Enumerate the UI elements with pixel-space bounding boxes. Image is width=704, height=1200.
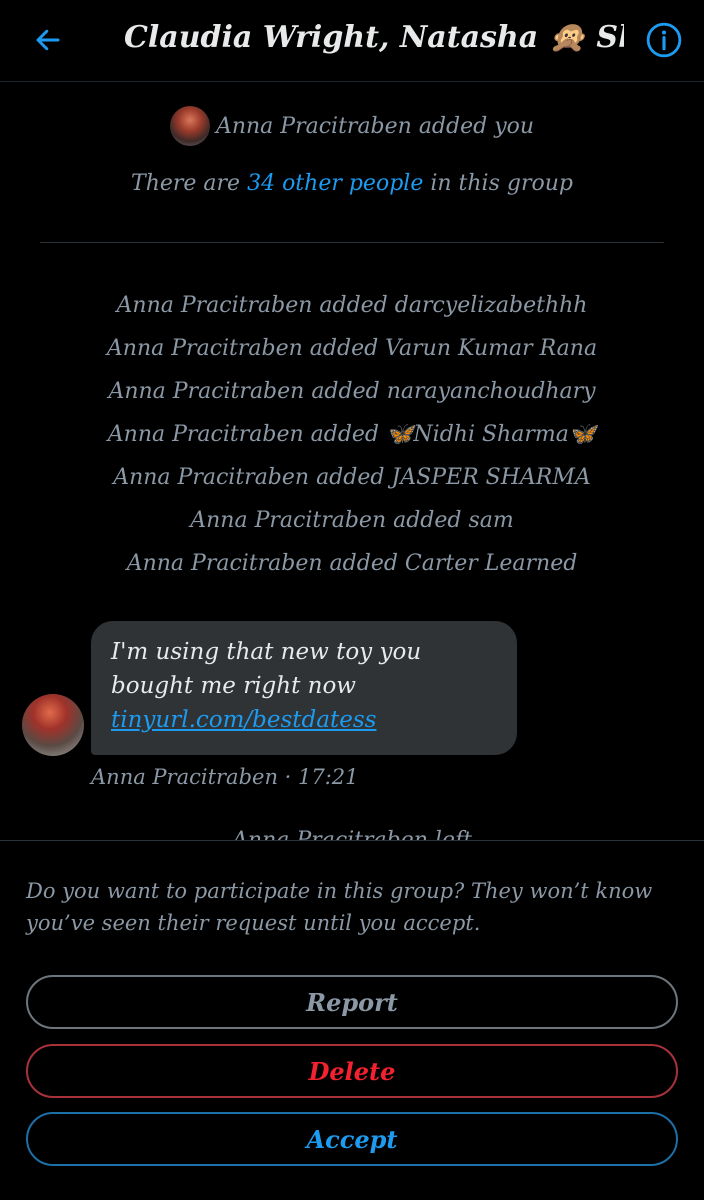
message-meta: Anna Pracitraben · 17:21 xyxy=(91,765,359,789)
dm-request-screen: Claudia Wright, Natasha 🙊 Shea,... Anna … xyxy=(0,0,704,1200)
event-list: Anna Pracitraben added darcyelizabethhh … xyxy=(0,284,704,585)
info-circle-icon xyxy=(646,22,682,58)
group-count-suffix: in this group xyxy=(423,171,573,196)
avatar[interactable] xyxy=(169,106,210,146)
divider xyxy=(40,242,664,243)
event-item: Anna Pracitraben added darcyelizabethhh xyxy=(116,293,588,318)
clipped-event-item: Anna Pracitraben left xyxy=(0,826,704,840)
event-item: Anna Pracitraben added Carter Learned xyxy=(126,551,578,576)
added-you-row: Anna Pracitraben added you xyxy=(0,104,704,148)
conversation-title[interactable]: Claudia Wright, Natasha 🙊 Shea,... xyxy=(124,16,624,60)
arrow-left-icon xyxy=(36,29,60,51)
other-people-link[interactable]: 34 other people xyxy=(247,171,423,196)
back-button[interactable] xyxy=(28,20,68,60)
report-button[interactable]: Report xyxy=(26,975,678,1029)
conversation-header: Claudia Wright, Natasha 🙊 Shea,... xyxy=(0,0,704,82)
group-count-prefix: There are xyxy=(131,171,248,196)
info-button[interactable] xyxy=(644,20,684,60)
added-you-text: Anna Pracitraben added you xyxy=(215,113,535,139)
sender-avatar[interactable] xyxy=(22,694,84,756)
message-link[interactable]: tinyurl.com/bestdatess xyxy=(111,703,497,737)
group-count-text: There are 34 other people in this group xyxy=(0,166,704,202)
event-item: Anna Pracitraben added sam xyxy=(190,508,514,533)
event-item: Anna Pracitraben added Varun Kumar Rana xyxy=(106,336,598,361)
message-request-panel: Do you want to participate in this group… xyxy=(0,840,704,1200)
event-item: Anna Pracitraben added JASPER SHARMA xyxy=(113,465,591,490)
message-text: I'm using that new toy you bought me rig… xyxy=(111,639,422,699)
request-prompt: Do you want to participate in this group… xyxy=(26,879,653,935)
event-item: Anna Pracitraben added 🦋Nidhi Sharma🦋 xyxy=(107,422,597,447)
accept-button[interactable]: Accept xyxy=(26,1112,678,1166)
delete-button[interactable]: Delete xyxy=(26,1044,678,1098)
event-item: Anna Pracitraben added narayanchoudhary xyxy=(108,379,596,404)
message-bubble[interactable]: I'm using that new toy you bought me rig… xyxy=(91,621,517,755)
